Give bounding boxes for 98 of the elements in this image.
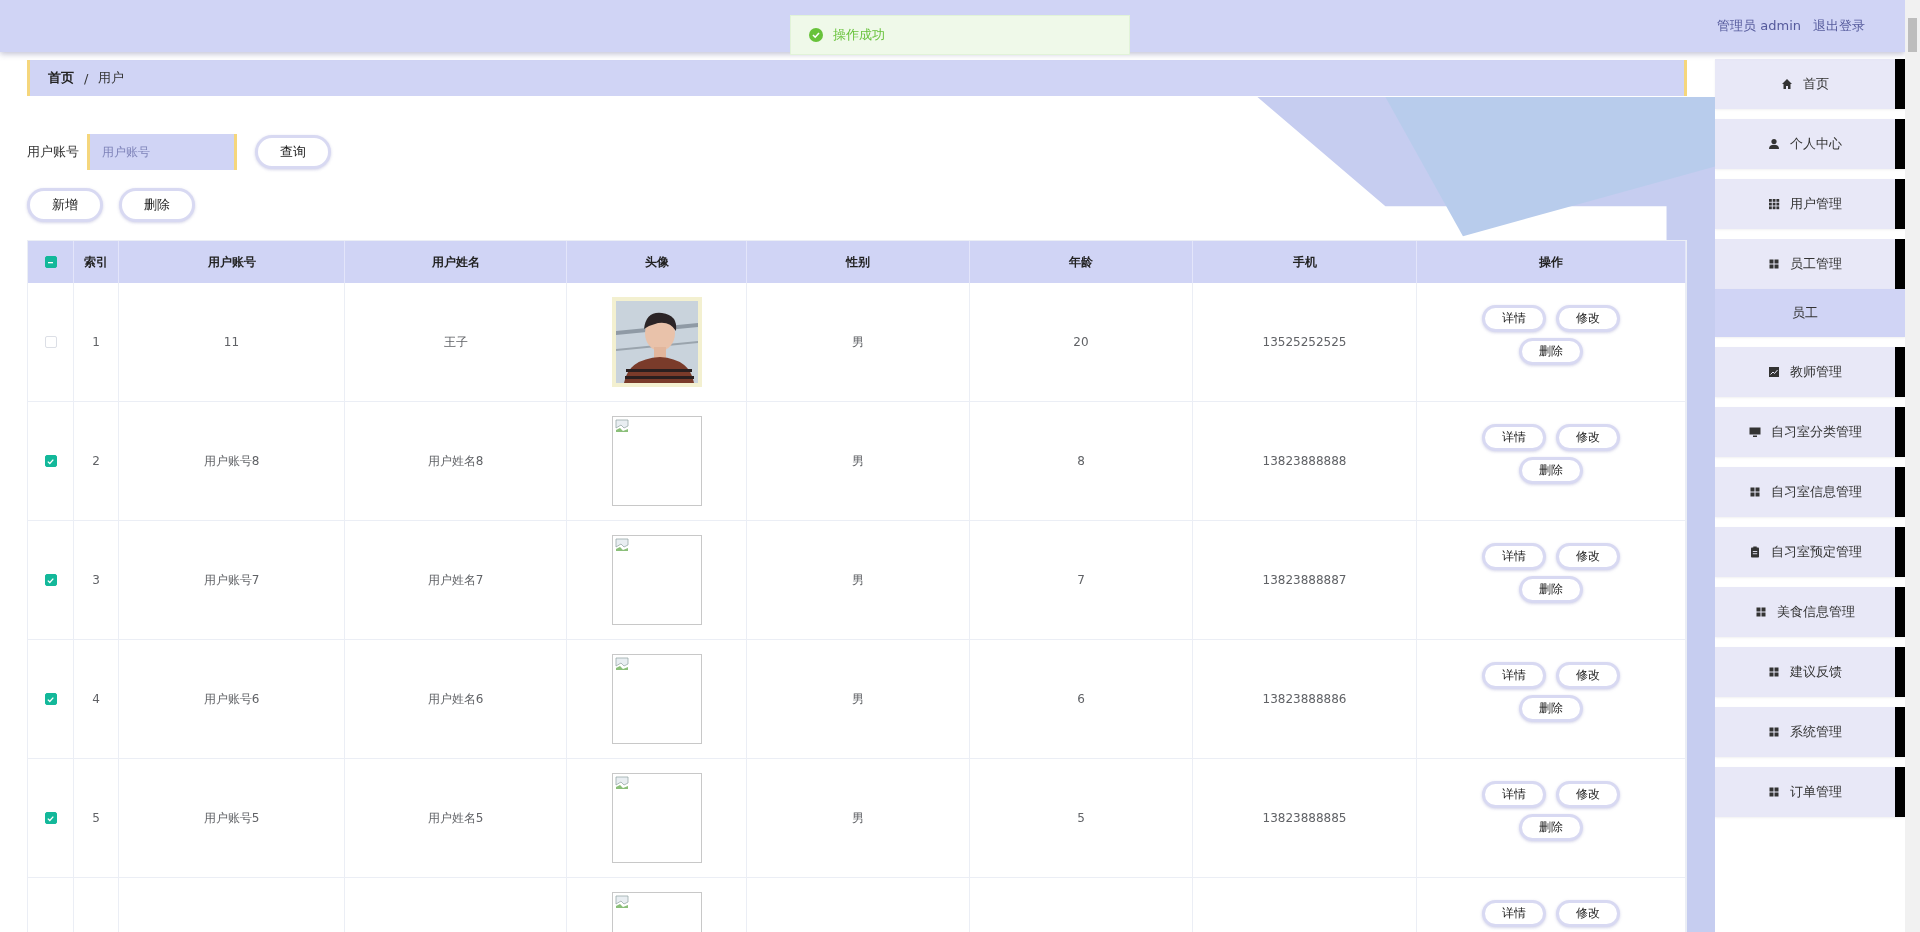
- scrollbar[interactable]: [1905, 0, 1920, 932]
- column-header: 性别: [846, 253, 870, 271]
- table-cell: 用户姓名7: [427, 571, 484, 589]
- breadcrumb-item: 用户: [98, 69, 125, 87]
- sidebar-item[interactable]: 建议反馈: [1715, 647, 1905, 697]
- table-cell: 11: [223, 335, 240, 349]
- index-cell: 2: [92, 454, 100, 468]
- sidebar-item[interactable]: 自习室预定管理: [1715, 527, 1905, 577]
- column-header: 头像: [644, 253, 669, 271]
- row-checkbox[interactable]: [44, 574, 57, 586]
- sidebar-item[interactable]: 教师管理: [1715, 347, 1905, 397]
- row-action-button[interactable]: 详情: [1482, 543, 1546, 570]
- sidebar-item[interactable]: 美食信息管理: [1715, 587, 1905, 637]
- table-cell: 用户姓名8: [427, 452, 484, 470]
- row-action-button[interactable]: 详情: [1482, 662, 1546, 689]
- table-cell: 男: [852, 333, 864, 351]
- success-icon: [809, 28, 823, 42]
- table-cell: 13823888888: [1262, 454, 1347, 468]
- sidebar-item[interactable]: 员工管理: [1715, 239, 1905, 289]
- grid-icon: [1768, 786, 1780, 798]
- table-cell: 用户姓名5: [427, 809, 484, 827]
- row-action-button[interactable]: 修改: [1556, 424, 1620, 451]
- row-checkbox[interactable]: [44, 812, 57, 824]
- table-cell: 男: [852, 809, 864, 827]
- table-cell: 8: [1077, 454, 1085, 468]
- table-cell: 用户姓名6: [427, 690, 484, 708]
- row-action-button[interactable]: 详情: [1482, 900, 1546, 927]
- sidebar-item[interactable]: 系统管理: [1715, 707, 1905, 757]
- table-cell: 6: [1077, 692, 1085, 706]
- query-button[interactable]: 查询: [255, 135, 331, 169]
- logout-link[interactable]: 退出登录: [1813, 17, 1865, 35]
- monitor-icon: [1748, 426, 1761, 438]
- field-label: 用户账号: [27, 143, 79, 161]
- sidebar-subitem[interactable]: 员工: [1715, 289, 1905, 337]
- grid-icon: [1768, 666, 1780, 678]
- breadcrumb-item[interactable]: 首页: [48, 69, 74, 87]
- index-cell: 4: [92, 692, 100, 706]
- index-cell: 3: [92, 573, 100, 587]
- row-action-button[interactable]: 删除: [1519, 576, 1583, 603]
- table-cell: 王子: [443, 333, 468, 351]
- table-cell: 用户账号6: [203, 690, 260, 708]
- sidebar-item[interactable]: 自习室分类管理: [1715, 407, 1905, 457]
- grid-icon: [1768, 726, 1780, 738]
- row-checkbox[interactable]: [44, 693, 57, 705]
- table-cell: 男: [852, 690, 864, 708]
- table-cell: 7: [1077, 573, 1085, 587]
- table-cell: 男: [852, 452, 864, 470]
- table-cell: 用户账号5: [203, 809, 260, 827]
- table-cell: 男: [852, 571, 864, 589]
- table-cell: 5: [1077, 811, 1085, 825]
- table-cell: 20: [1073, 335, 1089, 349]
- table-cell: 13823888885: [1262, 811, 1347, 825]
- grid-icon: [1768, 258, 1780, 270]
- column-header: 操作: [1539, 253, 1563, 271]
- row-action-button[interactable]: 修改: [1556, 900, 1620, 927]
- sidebar-item[interactable]: 首页: [1715, 59, 1905, 109]
- index-cell: 5: [92, 811, 100, 825]
- column-header: 用户账号: [207, 253, 256, 271]
- breadcrumb-separator: /: [84, 70, 89, 86]
- toast-message: 操作成功: [833, 26, 885, 44]
- home-icon: [1781, 78, 1793, 90]
- sidebar-item[interactable]: 个人中心: [1715, 119, 1905, 169]
- table-cell: 用户账号7: [203, 571, 260, 589]
- table-cell: 13525252525: [1262, 335, 1347, 349]
- sidebar-item[interactable]: 用户管理: [1715, 179, 1905, 229]
- action-button[interactable]: 新增: [27, 188, 103, 222]
- row-action-button[interactable]: 详情: [1482, 424, 1546, 451]
- column-header: 手机: [1292, 253, 1317, 271]
- table-cell: 用户账号8: [203, 452, 260, 470]
- sidebar-item[interactable]: 自习室信息管理: [1715, 467, 1905, 517]
- admin-username: 管理员 admin: [1717, 17, 1801, 35]
- row-action-button[interactable]: 删除: [1519, 814, 1583, 841]
- table-cell: 13823888886: [1262, 692, 1347, 706]
- clipboard-icon: [1748, 546, 1761, 558]
- column-header: 索引: [84, 253, 108, 271]
- grid-icon: [1755, 606, 1767, 618]
- column-header: 年龄: [1069, 253, 1093, 271]
- sidebar-item[interactable]: 订单管理: [1715, 767, 1905, 817]
- user-icon: [1768, 138, 1780, 150]
- grid-icon: [1768, 198, 1780, 210]
- index-cell: 1: [92, 335, 100, 349]
- row-action-button[interactable]: 删除: [1519, 695, 1583, 722]
- row-action-button[interactable]: 详情: [1482, 305, 1546, 332]
- grid-icon: [1748, 486, 1761, 498]
- row-action-button[interactable]: 修改: [1556, 781, 1620, 808]
- row-action-button[interactable]: 详情: [1482, 781, 1546, 808]
- row-action-button[interactable]: 删除: [1519, 457, 1583, 484]
- select-all-checkbox[interactable]: [44, 256, 57, 268]
- row-checkbox[interactable]: [44, 455, 57, 467]
- row-action-button[interactable]: 修改: [1556, 543, 1620, 570]
- table-cell: 13823888887: [1262, 573, 1347, 587]
- search-field[interactable]: 用户账号: [87, 134, 237, 170]
- row-action-button[interactable]: 修改: [1556, 305, 1620, 332]
- row-action-button[interactable]: 删除: [1519, 338, 1583, 365]
- row-action-button[interactable]: 修改: [1556, 662, 1620, 689]
- action-button[interactable]: 删除: [119, 188, 195, 222]
- chart-icon: [1768, 366, 1780, 378]
- column-header: 用户姓名: [431, 253, 480, 271]
